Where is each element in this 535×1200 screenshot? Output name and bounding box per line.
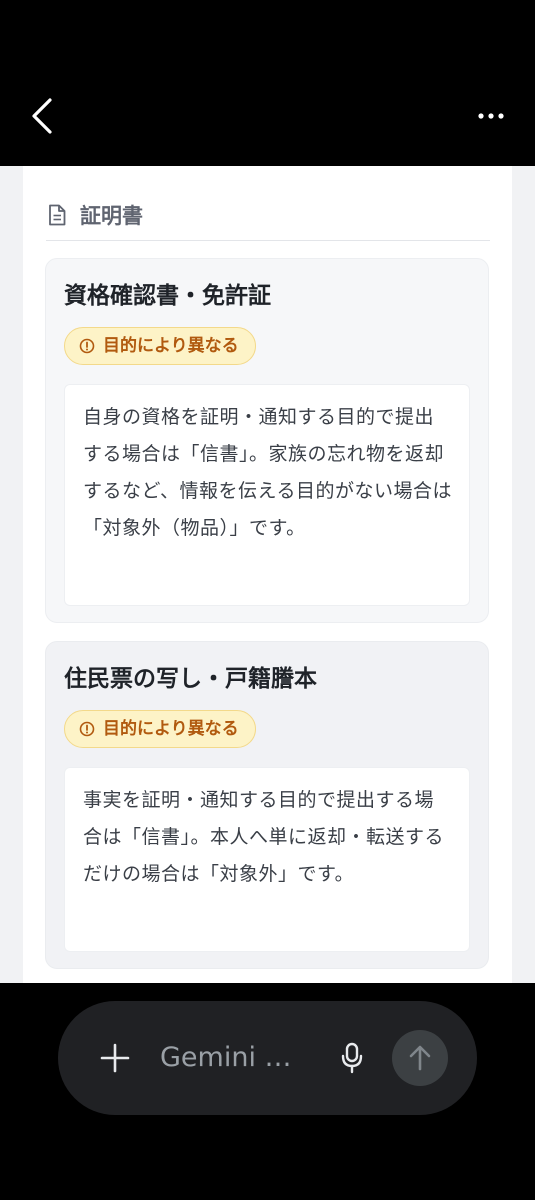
- badge-label: 目的により異なる: [103, 336, 239, 356]
- chevron-left-icon: [32, 98, 52, 134]
- badge-label: 目的により異なる: [103, 719, 239, 739]
- note-box: 自身の資格を証明・通知する目的で提出する場合は「信書」。家族の忘れ物を返却するな…: [64, 384, 470, 606]
- send-button[interactable]: [392, 1030, 448, 1086]
- back-button[interactable]: [22, 94, 62, 138]
- status-badge: 目的により異なる: [64, 327, 256, 365]
- prompt-bar: [58, 1001, 477, 1115]
- top-app-bar: [0, 0, 535, 166]
- section-title: 証明書: [80, 204, 143, 228]
- more-options-button[interactable]: [471, 100, 511, 132]
- microphone-icon: [341, 1042, 363, 1074]
- card-title: 資格確認書・免許証: [64, 283, 271, 309]
- microphone-button[interactable]: [338, 1039, 366, 1077]
- response-sheet: 証明書 資格確認書・免許証 目的により異なる 自身の資格を証明・通知する目的で提…: [23, 166, 512, 983]
- plus-icon: [100, 1043, 130, 1073]
- prompt-input[interactable]: [160, 1034, 310, 1080]
- info-card: 住民票の写し・戸籍謄本 目的により異なる 事実を証明・通知する目的で提出する場合…: [45, 641, 489, 969]
- arrow-up-icon: [409, 1045, 431, 1071]
- document-icon: [46, 202, 68, 228]
- status-badge: 目的により異なる: [64, 710, 256, 748]
- note-box: 事実を証明・通知する目的で提出する場合は「信書」。本人へ単に返却・転送するだけの…: [64, 767, 470, 952]
- content-area[interactable]: 証明書 資格確認書・免許証 目的により異なる 自身の資格を証明・通知する目的で提…: [0, 166, 535, 983]
- alert-circle-icon: [79, 721, 95, 737]
- info-card: 資格確認書・免許証 目的により異なる 自身の資格を証明・通知する目的で提出する場…: [45, 258, 489, 623]
- alert-circle-icon: [79, 338, 95, 354]
- note-text: 自身の資格を証明・通知する目的で提出する場合は「信書」。家族の忘れ物を返却するな…: [83, 406, 452, 539]
- section-header: 証明書: [46, 202, 490, 241]
- more-horizontal-icon: [478, 113, 504, 119]
- card-title: 住民票の写し・戸籍謄本: [64, 666, 317, 692]
- add-attachment-button[interactable]: [98, 1039, 132, 1077]
- note-text: 事実を証明・通知する目的で提出する場合は「信書」。本人へ単に返却・転送するだけの…: [83, 789, 445, 885]
- bottom-input-area: [0, 983, 535, 1200]
